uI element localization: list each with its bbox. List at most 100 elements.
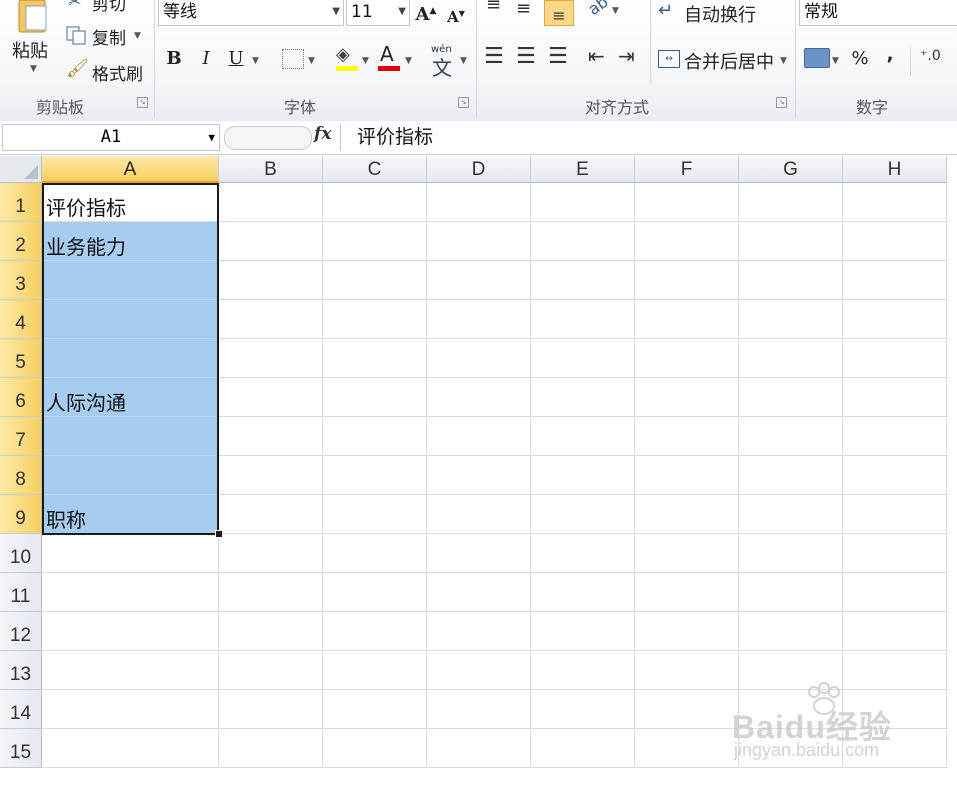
cell-c2[interactable] [323, 222, 427, 261]
merge-dropdown-icon[interactable]: ▼ [780, 56, 787, 66]
underline-button[interactable]: U [224, 44, 248, 74]
cell-g7[interactable] [739, 417, 843, 456]
cell-f15[interactable] [635, 729, 739, 768]
cell-a4[interactable] [42, 300, 219, 339]
row-header-10[interactable]: 10 [0, 534, 42, 573]
select-all-corner[interactable] [0, 156, 42, 183]
cell-c9[interactable] [323, 495, 427, 534]
cell-g4[interactable] [739, 300, 843, 339]
column-header-f[interactable]: F [635, 156, 739, 183]
cell-h9[interactable] [843, 495, 947, 534]
cell-h5[interactable] [843, 339, 947, 378]
cell-f14[interactable] [635, 690, 739, 729]
currency-format-icon[interactable] [804, 48, 830, 68]
cell-b8[interactable] [219, 456, 323, 495]
cell-e9[interactable] [531, 495, 635, 534]
cell-b1[interactable] [219, 183, 323, 222]
cell-g10[interactable] [739, 534, 843, 573]
font-color-dropdown-icon[interactable]: ▼ [405, 56, 412, 66]
font-name-combo[interactable]: 等线 ▼ [158, 0, 344, 26]
cell-a15[interactable] [42, 729, 219, 768]
increase-decimal-icon[interactable]: ⁺.0 [920, 48, 941, 64]
cell-e7[interactable] [531, 417, 635, 456]
cell-g8[interactable] [739, 456, 843, 495]
align-left-icon[interactable]: ☰ [484, 44, 504, 69]
fill-color-button[interactable]: ◈ [334, 44, 360, 74]
cell-a11[interactable] [42, 573, 219, 612]
cell-g3[interactable] [739, 261, 843, 300]
cell-e15[interactable] [531, 729, 635, 768]
wrap-text-button[interactable]: ↵ 自动换行 [656, 0, 790, 28]
paste-dropdown-icon[interactable]: ▼ [30, 64, 37, 74]
fill-handle[interactable] [215, 530, 223, 538]
cell-c7[interactable] [323, 417, 427, 456]
formula-bar-resize-handle[interactable] [224, 126, 312, 150]
formula-input[interactable]: 评价指标 [340, 124, 957, 151]
cell-f3[interactable] [635, 261, 739, 300]
insert-function-icon[interactable]: fx [314, 124, 331, 144]
decrease-indent-icon[interactable]: ⇤ [588, 44, 605, 68]
cell-d2[interactable] [427, 222, 531, 261]
cell-b6[interactable] [219, 378, 323, 417]
merge-center-button[interactable]: ↔ 合并后居中 ▼ [656, 46, 792, 74]
cell-e1[interactable] [531, 183, 635, 222]
cell-f10[interactable] [635, 534, 739, 573]
cell-g9[interactable] [739, 495, 843, 534]
cell-h10[interactable] [843, 534, 947, 573]
cell-a1[interactable]: 评价指标 [42, 183, 219, 222]
chevron-down-icon[interactable]: ▼ [208, 125, 215, 150]
font-color-button[interactable]: A [376, 42, 402, 74]
cell-d7[interactable] [427, 417, 531, 456]
cell-a9[interactable]: 职称 [42, 495, 219, 534]
cell-b10[interactable] [219, 534, 323, 573]
cell-d4[interactable] [427, 300, 531, 339]
align-center-icon[interactable]: ☰ [516, 44, 536, 69]
cell-b3[interactable] [219, 261, 323, 300]
column-header-e[interactable]: E [531, 156, 635, 183]
row-header-9[interactable]: 9 [0, 495, 42, 534]
cell-b14[interactable] [219, 690, 323, 729]
cell-e12[interactable] [531, 612, 635, 651]
cell-d15[interactable] [427, 729, 531, 768]
align-right-icon[interactable]: ☰ [548, 44, 568, 69]
orientation-dropdown-icon[interactable]: ▼ [612, 6, 619, 16]
cell-d11[interactable] [427, 573, 531, 612]
cell-g2[interactable] [739, 222, 843, 261]
cut-button[interactable]: ✂ 剪切 [64, 0, 144, 15]
row-header-8[interactable]: 8 [0, 456, 42, 495]
row-header-1[interactable]: 1 [0, 183, 42, 222]
cell-f9[interactable] [635, 495, 739, 534]
cell-a12[interactable] [42, 612, 219, 651]
cell-g5[interactable] [739, 339, 843, 378]
cell-b11[interactable] [219, 573, 323, 612]
cell-h1[interactable] [843, 183, 947, 222]
borders-icon[interactable] [282, 49, 304, 69]
cell-c4[interactable] [323, 300, 427, 339]
name-box[interactable]: A1 ▼ [2, 124, 220, 151]
cell-a2[interactable]: 业务能力 [42, 222, 219, 261]
format-painter-button[interactable]: 🖌 格式刷 [64, 58, 150, 85]
cell-e11[interactable] [531, 573, 635, 612]
cell-b7[interactable] [219, 417, 323, 456]
cell-f1[interactable] [635, 183, 739, 222]
row-header-12[interactable]: 12 [0, 612, 42, 651]
row-header-2[interactable]: 2 [0, 222, 42, 261]
cell-f5[interactable] [635, 339, 739, 378]
cell-b5[interactable] [219, 339, 323, 378]
align-middle-icon[interactable]: ≡ [516, 0, 531, 19]
cell-c10[interactable] [323, 534, 427, 573]
row-header-15[interactable]: 15 [0, 729, 42, 768]
cell-d6[interactable] [427, 378, 531, 417]
cell-b15[interactable] [219, 729, 323, 768]
column-header-h[interactable]: H [843, 156, 947, 183]
cell-g6[interactable] [739, 378, 843, 417]
row-header-14[interactable]: 14 [0, 690, 42, 729]
cell-d14[interactable] [427, 690, 531, 729]
cell-b13[interactable] [219, 651, 323, 690]
clipboard-dialog-launcher-icon[interactable]: ↘ [137, 97, 148, 108]
cell-d13[interactable] [427, 651, 531, 690]
cell-h3[interactable] [843, 261, 947, 300]
cell-h2[interactable] [843, 222, 947, 261]
cell-g11[interactable] [739, 573, 843, 612]
cell-f8[interactable] [635, 456, 739, 495]
